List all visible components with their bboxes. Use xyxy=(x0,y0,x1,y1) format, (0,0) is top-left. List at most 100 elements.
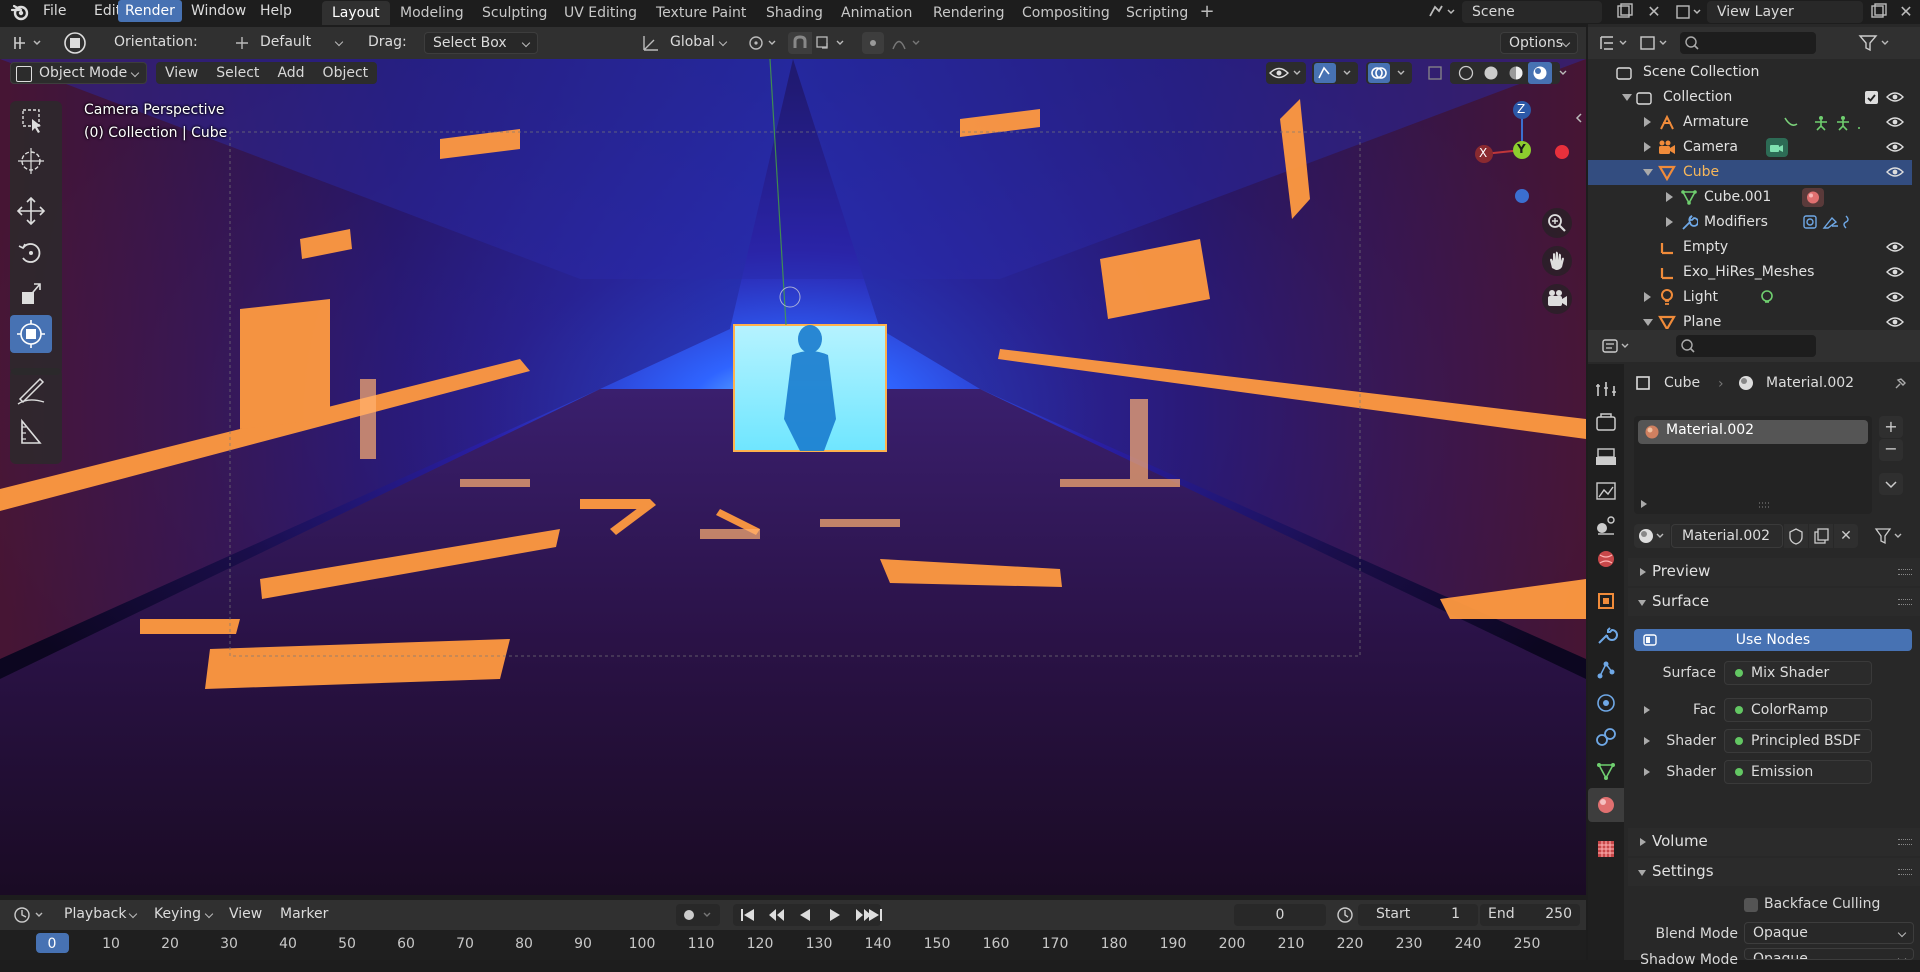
move-tool-icon[interactable] xyxy=(10,192,52,230)
properties-editor-type-icon[interactable] xyxy=(1600,335,1636,357)
scene-name-field[interactable]: Scene xyxy=(1462,1,1602,23)
cube-expand-icon[interactable] xyxy=(1643,169,1653,176)
shader2-input-field[interactable]: Emission xyxy=(1724,760,1872,784)
tab-physics-icon[interactable] xyxy=(1588,686,1624,720)
rotate-tool-icon[interactable] xyxy=(10,233,52,271)
tab-tool-icon[interactable] xyxy=(1588,372,1624,406)
tab-sculpting[interactable]: Sculpting xyxy=(472,1,557,25)
material-preview-icon[interactable] xyxy=(1501,62,1527,84)
plane-expand-icon[interactable] xyxy=(1643,319,1653,326)
measure-tool-icon[interactable] xyxy=(10,413,52,451)
tab-constraints-icon[interactable] xyxy=(1588,720,1624,754)
plane-eye-icon[interactable] xyxy=(1886,315,1904,329)
shading-options-icon[interactable] xyxy=(1554,62,1574,84)
collection-expand-icon[interactable] xyxy=(1622,94,1632,101)
armature-expand-icon[interactable] xyxy=(1644,117,1651,127)
select-menu[interactable]: Select xyxy=(207,62,268,84)
solid-shading-icon[interactable] xyxy=(1475,62,1501,84)
armature-eye-icon[interactable] xyxy=(1886,115,1904,129)
scene-selector-icon[interactable] xyxy=(1427,2,1457,22)
collection-checkbox-icon[interactable] xyxy=(1865,91,1878,104)
tab-view-layer-icon[interactable] xyxy=(1588,474,1624,508)
add-menu[interactable]: Add xyxy=(268,62,313,84)
tab-texture-paint[interactable]: Texture Paint xyxy=(646,1,756,25)
prev-keyframe-icon[interactable] xyxy=(762,904,791,926)
preview-section-header[interactable]: Preview xyxy=(1628,558,1920,586)
camera-view-icon[interactable] xyxy=(1542,284,1572,314)
properties-search-input[interactable] xyxy=(1676,335,1816,357)
tab-shading[interactable]: Shading xyxy=(756,1,833,25)
outliner-row-modifiers[interactable]: Modifiers xyxy=(1588,210,1912,235)
menu-render[interactable]: Render xyxy=(118,0,182,22)
gizmo-toggle-icon[interactable] xyxy=(1312,62,1358,84)
tab-world-icon[interactable] xyxy=(1588,542,1624,576)
surface-drag-handle-icon[interactable] xyxy=(1898,599,1912,605)
outliner-search-input[interactable] xyxy=(1680,32,1816,54)
outliner-row-scene-collection[interactable]: Scene Collection xyxy=(1588,60,1912,85)
visibility-icon[interactable] xyxy=(1266,62,1306,84)
options-dropdown[interactable]: Options xyxy=(1500,32,1578,54)
tab-animation[interactable]: Animation xyxy=(831,1,922,25)
empty-eye-icon[interactable] xyxy=(1886,240,1904,254)
menu-window[interactable]: Window xyxy=(184,0,253,22)
display-mode-icon[interactable] xyxy=(1638,32,1674,54)
play-icon[interactable] xyxy=(820,904,849,926)
delete-scene-icon[interactable]: ✕ xyxy=(1644,2,1664,22)
surface-shader-field[interactable]: Mix Shader xyxy=(1724,661,1872,685)
zoom-icon[interactable] xyxy=(1542,208,1572,238)
transform-tool-icon[interactable] xyxy=(10,315,52,353)
duplicate-material-icon[interactable] xyxy=(1809,524,1833,548)
viewport-3d[interactable]: Object Mode View Select Add Object Camer… xyxy=(0,59,1586,895)
jump-start-icon[interactable] xyxy=(733,904,762,926)
blend-mode-dropdown[interactable]: Opaque xyxy=(1744,922,1914,944)
unlink-material-icon[interactable]: ✕ xyxy=(1834,524,1858,548)
material-slot-row[interactable]: Material.002 xyxy=(1638,420,1868,444)
overlays-toggle-icon[interactable] xyxy=(1366,62,1412,84)
current-frame-field[interactable]: 0 xyxy=(1234,904,1326,926)
view-layer-selector-icon[interactable] xyxy=(1674,2,1704,22)
tab-compositing[interactable]: Compositing xyxy=(1012,1,1120,25)
outliner-row-empty[interactable]: Empty xyxy=(1588,235,1912,260)
snap-toggle-icon[interactable] xyxy=(788,32,812,54)
volume-drag-handle-icon[interactable] xyxy=(1898,839,1912,845)
navigation-gizmo[interactable]: Z X Y xyxy=(1462,99,1572,209)
outliner-row-camera[interactable]: Camera xyxy=(1588,135,1912,160)
tab-rendering[interactable]: Rendering xyxy=(923,1,1015,25)
annotate-tool-icon[interactable] xyxy=(10,371,52,409)
pin-icon[interactable] xyxy=(1890,374,1910,392)
settings-drag-handle-icon[interactable] xyxy=(1898,869,1912,875)
remove-slot-icon[interactable]: − xyxy=(1879,439,1903,461)
auto-keying-icon[interactable] xyxy=(676,904,720,926)
browse-material-icon[interactable] xyxy=(1634,524,1670,548)
collection-eye-icon[interactable] xyxy=(1886,90,1904,104)
outliner-row-exo-hires-meshes[interactable]: Exo_HiRes_Meshes xyxy=(1588,260,1912,285)
jump-end-icon[interactable] xyxy=(864,904,886,926)
drag-select-box-dropdown[interactable]: Select Box xyxy=(424,32,538,54)
outliner-row-cube-001[interactable]: Cube.001 xyxy=(1588,185,1912,210)
menu-file[interactable]: File xyxy=(36,0,73,22)
backface-culling-checkbox[interactable]: Backface Culling xyxy=(1744,894,1914,916)
preview-drag-handle-icon[interactable] xyxy=(1898,569,1912,575)
tab-data-icon[interactable] xyxy=(1588,754,1624,788)
tab-scene-icon[interactable] xyxy=(1588,508,1624,542)
modifiers-expand-icon[interactable] xyxy=(1666,217,1673,227)
tab-scripting[interactable]: Scripting xyxy=(1116,1,1198,25)
new-scene-icon[interactable] xyxy=(1614,2,1634,22)
outliner-row-armature[interactable]: Armature xyxy=(1588,110,1912,135)
keying-menu[interactable]: Keying xyxy=(146,904,220,926)
use-nodes-button[interactable]: Use Nodes xyxy=(1634,629,1912,651)
slot-list-resize-handle-icon[interactable] xyxy=(1757,500,1773,510)
timeline-ruler[interactable]: 0 10 20 30 40 50 60 70 80 90 100 110 120 130 140 150 160… xyxy=(0,930,1586,960)
light-expand-icon[interactable] xyxy=(1644,292,1651,302)
volume-section-header[interactable]: Volume xyxy=(1628,828,1920,856)
timeline-editor-type-icon[interactable] xyxy=(12,905,50,925)
sidebar-toggle-icon[interactable] xyxy=(1574,111,1584,125)
tab-modeling[interactable]: Modeling xyxy=(390,1,474,25)
playback-menu[interactable]: Playback xyxy=(56,904,144,926)
tab-layout[interactable]: Layout xyxy=(322,1,390,25)
play-reverse-icon[interactable] xyxy=(791,904,820,926)
rendered-shading-icon[interactable] xyxy=(1527,62,1553,84)
transform-global-dropdown[interactable]: Global xyxy=(662,32,734,54)
filter-icon[interactable] xyxy=(1856,32,1896,54)
exo-eye-icon[interactable] xyxy=(1886,265,1904,279)
